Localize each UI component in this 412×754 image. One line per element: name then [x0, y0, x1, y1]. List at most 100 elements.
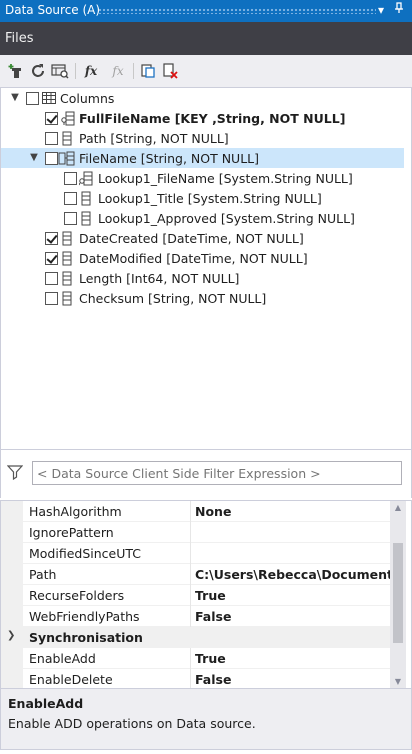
scroll-down-icon[interactable]: ▼ — [390, 675, 406, 688]
collapse-chevron-icon[interactable]: ▼ — [9, 91, 21, 105]
toolbar-separator — [75, 63, 76, 79]
tree-item-fullfilename[interactable]: FullFileName [KEY ,String, NOT NULL] — [1, 108, 404, 128]
tree-item-lookup1-filename[interactable]: Lookup1_FileName [System.String NULL] — [1, 168, 404, 188]
property-name: RecurseFolders — [29, 588, 125, 603]
tree-item-checksum[interactable]: Checksum [String, NOT NULL] — [1, 288, 404, 308]
fullfilename-checkbox[interactable] — [45, 112, 58, 125]
property-category-synchronisation[interactable]: ❯ Synchronisation — [1, 627, 390, 648]
tree-item-length[interactable]: Length [Int64, NOT NULL] — [1, 268, 404, 288]
field-icon — [61, 251, 75, 266]
tree-item-lookup1-approved[interactable]: Lookup1_Approved [System.String NULL] — [1, 208, 404, 228]
lookup-item-icon — [78, 171, 93, 186]
property-value[interactable]: True — [190, 648, 390, 669]
length-checkbox[interactable] — [45, 272, 58, 285]
property-grid: HashAlgorithm None IgnorePattern Modifie… — [0, 500, 412, 688]
tree-item-label: Lookup1_Title [System.String NULL] — [98, 191, 322, 206]
property-description-panel: EnableAdd Enable ADD operations on Data … — [0, 688, 412, 750]
filter-expression-input[interactable] — [32, 461, 402, 485]
property-grid-scrollbar[interactable]: ▲ ▼ — [390, 501, 406, 688]
property-gutter — [1, 564, 23, 585]
panel-titlebar: Data Source (A) ▾ — [0, 0, 412, 22]
property-row-webfriendlypaths[interactable]: WebFriendlyPaths False — [1, 606, 390, 627]
property-gutter — [1, 648, 23, 669]
tree-root-columns[interactable]: ▼ Columns — [1, 88, 404, 108]
pin-icon[interactable] — [392, 2, 406, 18]
property-row-path[interactable]: Path C:\Users\Rebecca\Documents\D — [1, 564, 390, 585]
field-icon — [61, 131, 75, 146]
property-row-enableadd[interactable]: EnableAdd True — [1, 648, 390, 669]
titlebar-grip — [98, 8, 376, 14]
tree-item-label: Length [Int64, NOT NULL] — [79, 271, 240, 286]
tree-item-label: DateModified [DateTime, NOT NULL] — [79, 251, 308, 266]
field-icon — [61, 231, 75, 246]
lookup1-title-checkbox[interactable] — [64, 192, 77, 205]
property-value[interactable]: C:\Users\Rebecca\Documents\D — [190, 564, 390, 585]
property-row-modifiedsinceutc[interactable]: ModifiedSinceUTC — [1, 543, 390, 564]
field-icon — [80, 191, 94, 206]
property-gutter — [1, 669, 23, 688]
property-gutter — [1, 522, 23, 543]
field-icon — [61, 271, 75, 286]
key-field-icon — [61, 111, 75, 126]
scrollbar-thumb[interactable] — [393, 543, 403, 643]
tree-item-path[interactable]: Path [String, NOT NULL] — [1, 128, 404, 148]
refresh-icon[interactable] — [28, 61, 48, 81]
property-value[interactable]: True — [190, 585, 390, 606]
checksum-checkbox[interactable] — [45, 292, 58, 305]
delete-icon[interactable] — [160, 61, 180, 81]
field-icon — [80, 211, 94, 226]
property-value[interactable]: False — [190, 669, 390, 688]
property-row-enabledelete[interactable]: EnableDelete False — [1, 669, 390, 688]
category-name: Synchronisation — [29, 630, 143, 645]
property-name: HashAlgorithm — [29, 504, 122, 519]
property-value[interactable] — [190, 543, 390, 564]
collapse-chevron-icon[interactable]: ▼ — [28, 151, 40, 165]
description-title: EnableAdd — [8, 696, 84, 711]
copy-icon[interactable] — [138, 61, 158, 81]
field-icon — [61, 291, 75, 306]
function-disabled-icon[interactable]: fx — [108, 61, 128, 81]
collapse-chevron-icon[interactable]: ❯ — [7, 630, 15, 641]
tree-root-label: Columns — [60, 91, 115, 106]
path-checkbox[interactable] — [45, 132, 58, 145]
panel-title: Data Source (A) — [5, 3, 101, 17]
tree-item-label: FullFileName [KEY ,String, NOT NULL] — [79, 111, 346, 126]
property-row-hashalgorithm[interactable]: HashAlgorithm None — [1, 501, 390, 522]
property-gutter — [1, 585, 23, 606]
tree-item-datemodified[interactable]: DateModified [DateTime, NOT NULL] — [1, 248, 404, 268]
tree-item-label: Checksum [String, NOT NULL] — [79, 291, 267, 306]
property-value[interactable]: False — [190, 606, 390, 627]
lookup1-filename-checkbox[interactable] — [64, 172, 77, 185]
table-icon — [42, 91, 56, 106]
tree-item-lookup1-title[interactable]: Lookup1_Title [System.String NULL] — [1, 188, 404, 208]
datemodified-checkbox[interactable] — [45, 252, 58, 265]
scroll-up-icon[interactable]: ▲ — [390, 501, 406, 515]
property-name: Path — [29, 567, 57, 582]
tree-item-label: Lookup1_FileName [System.String NULL] — [98, 171, 353, 186]
function-icon[interactable]: fx — [81, 61, 101, 81]
add-column-icon[interactable] — [6, 61, 26, 81]
datecreated-checkbox[interactable] — [45, 232, 58, 245]
filter-row — [0, 450, 412, 498]
description-text: Enable ADD operations on Data source. — [8, 716, 256, 731]
dropdown-arrow-icon[interactable]: ▾ — [374, 2, 388, 18]
property-name: EnableAdd — [29, 651, 96, 666]
property-name: IgnorePattern — [29, 525, 114, 540]
files-tab[interactable]: Files — [0, 22, 412, 55]
tree-item-filename[interactable]: ▼ FileName [String, NOT NULL] — [1, 148, 404, 168]
property-row-recursefolders[interactable]: RecurseFolders True — [1, 585, 390, 606]
property-value[interactable]: None — [190, 501, 390, 522]
property-value[interactable] — [190, 522, 390, 543]
filter-icon — [6, 464, 24, 481]
property-row-ignorepattern[interactable]: IgnorePattern — [1, 522, 390, 543]
tree-item-datecreated[interactable]: DateCreated [DateTime, NOT NULL] — [1, 228, 404, 248]
preview-icon[interactable] — [50, 61, 70, 81]
toolbar: fx fx — [0, 55, 412, 88]
columns-tree[interactable]: ▼ Columns FullFileName [KEY ,String, NOT… — [0, 88, 412, 450]
filename-checkbox[interactable] — [45, 152, 58, 165]
lookup1-approved-checkbox[interactable] — [64, 212, 77, 225]
tree-item-label: FileName [String, NOT NULL] — [79, 151, 259, 166]
toolbar-separator — [133, 63, 134, 79]
columns-checkbox[interactable] — [26, 92, 39, 105]
files-tab-label: Files — [5, 31, 34, 46]
